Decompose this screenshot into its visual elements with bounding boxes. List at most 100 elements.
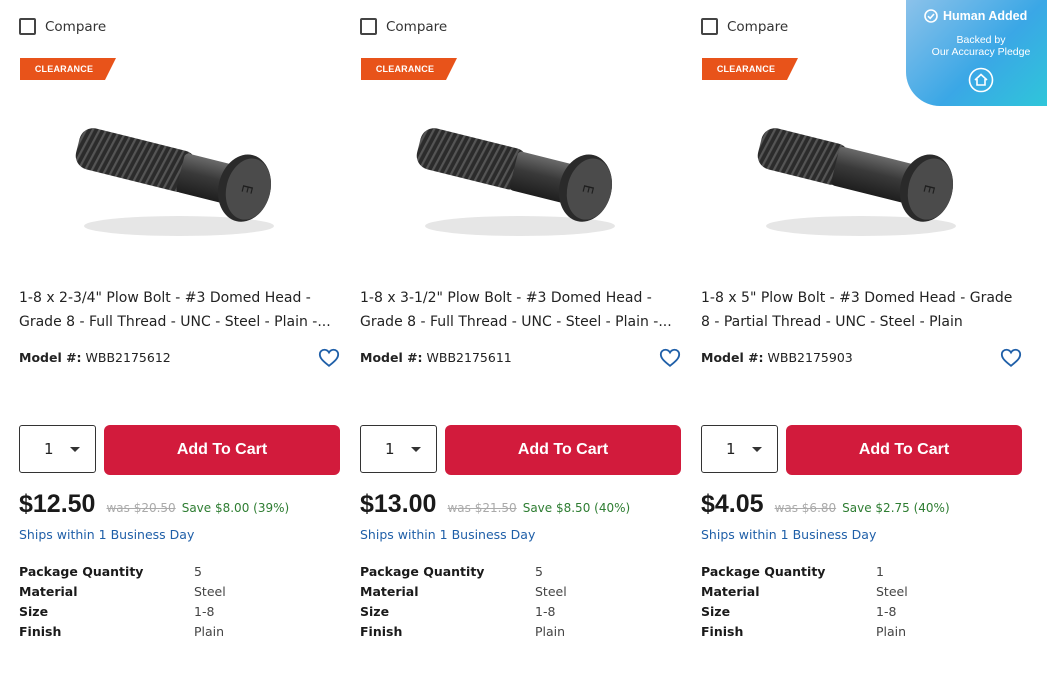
compare-checkbox[interactable]: Compare bbox=[19, 18, 106, 35]
quantity-select[interactable]: 1 bbox=[360, 425, 437, 473]
shipping-info-link[interactable]: Ships within 1 Business Day bbox=[360, 527, 535, 542]
spec-key: Package Quantity bbox=[701, 564, 826, 579]
price-line: $12.50 was $20.50 Save $8.00 (39%) bbox=[19, 490, 289, 519]
model-number: Model #: WBB2175611 bbox=[360, 350, 512, 365]
model-value: WBB2175903 bbox=[767, 350, 853, 365]
spec-row: Package Quantity 1 bbox=[701, 562, 1023, 582]
spec-value: 5 bbox=[194, 564, 202, 579]
spec-row: Size 1-8 bbox=[19, 602, 341, 622]
spec-row: Size 1-8 bbox=[360, 602, 682, 622]
price: $12.50 bbox=[19, 490, 96, 518]
checkbox-box[interactable] bbox=[360, 18, 377, 35]
spec-row: Finish Plain bbox=[360, 622, 682, 642]
was-price: was $21.50 bbox=[447, 501, 517, 515]
product-image[interactable]: E bbox=[741, 98, 981, 258]
product-grid: Compare CLEARANCE E 1-8 x 2-3/4" Plow Bo… bbox=[0, 0, 1047, 680]
product-image[interactable]: E bbox=[400, 98, 640, 258]
checkbox-box[interactable] bbox=[19, 18, 36, 35]
shipping-info-link[interactable]: Ships within 1 Business Day bbox=[19, 527, 194, 542]
spec-list: Package Quantity 5 Material Steel Size 1-8 … bbox=[360, 562, 682, 642]
spec-value: 5 bbox=[535, 564, 543, 579]
plow-bolt-image: E bbox=[416, 128, 615, 236]
add-to-cart-button[interactable]: Add To Cart bbox=[104, 425, 340, 475]
pledge-line-2: Our Accuracy Pledge bbox=[931, 46, 1031, 58]
heart-icon[interactable] bbox=[318, 347, 340, 369]
spec-key: Size bbox=[19, 604, 49, 619]
spec-key: Package Quantity bbox=[360, 564, 485, 579]
spec-key: Size bbox=[701, 604, 731, 619]
spec-value: Steel bbox=[194, 584, 226, 599]
quantity-value: 1 bbox=[44, 440, 54, 458]
model-label: Model #: bbox=[19, 350, 82, 365]
price-line: $13.00 was $21.50 Save $8.50 (40%) bbox=[360, 490, 630, 519]
spec-value: 1-8 bbox=[876, 604, 897, 619]
clearance-badge: CLEARANCE bbox=[20, 58, 116, 80]
spec-value: Steel bbox=[876, 584, 908, 599]
heart-icon[interactable] bbox=[659, 347, 681, 369]
price-line: $4.05 was $6.80 Save $2.75 (40%) bbox=[701, 490, 950, 519]
spec-key: Finish bbox=[360, 624, 403, 639]
price: $13.00 bbox=[360, 490, 437, 518]
spec-key: Finish bbox=[701, 624, 744, 639]
spec-key: Finish bbox=[19, 624, 62, 639]
check-circle-icon bbox=[924, 9, 938, 23]
pledge-line-1: Backed by bbox=[956, 34, 1006, 46]
product-image[interactable]: E bbox=[59, 98, 299, 258]
model-value: WBB2175611 bbox=[426, 350, 512, 365]
badge-label: CLEARANCE bbox=[34, 64, 94, 74]
compare-checkbox[interactable]: Compare bbox=[360, 18, 447, 35]
spec-value: 1-8 bbox=[194, 604, 215, 619]
spec-row: Size 1-8 bbox=[701, 602, 1023, 622]
quantity-select[interactable]: 1 bbox=[19, 425, 96, 473]
product-title-link[interactable]: 1-8 x 5" Plow Bolt - #3 Domed Head - Gra… bbox=[701, 286, 1023, 334]
spec-key: Package Quantity bbox=[19, 564, 144, 579]
spec-row: Finish Plain bbox=[19, 622, 341, 642]
spec-row: Material Steel bbox=[19, 582, 341, 602]
add-to-cart-button[interactable]: Add To Cart bbox=[445, 425, 681, 475]
chevron-down-icon bbox=[70, 447, 80, 452]
savings: Save $2.75 (40%) bbox=[842, 501, 950, 515]
plow-bolt-image: E bbox=[757, 128, 956, 236]
model-label: Model #: bbox=[360, 350, 423, 365]
pledge-header: Human Added bbox=[924, 9, 1027, 23]
quantity-value: 1 bbox=[385, 440, 395, 458]
product-card: Compare CLEARANCE bbox=[360, 0, 682, 680]
spec-row: Package Quantity 5 bbox=[360, 562, 682, 582]
compare-label: Compare bbox=[727, 18, 789, 35]
quantity-value: 1 bbox=[726, 440, 736, 458]
savings: Save $8.00 (39%) bbox=[181, 501, 290, 515]
compare-checkbox[interactable]: Compare bbox=[701, 18, 788, 35]
was-price: was $6.80 bbox=[774, 501, 837, 515]
product-title-link[interactable]: 1-8 x 3-1/2" Plow Bolt - #3 Domed Head -… bbox=[360, 286, 682, 334]
spec-key: Material bbox=[19, 584, 78, 599]
quantity-select[interactable]: 1 bbox=[701, 425, 778, 473]
model-value: WBB2175612 bbox=[85, 350, 171, 365]
checkbox-box[interactable] bbox=[701, 18, 718, 35]
compare-label: Compare bbox=[45, 18, 107, 35]
house-seal-icon bbox=[968, 67, 994, 93]
model-number: Model #: WBB2175903 bbox=[701, 350, 853, 365]
product-card: Compare CLEARANCE bbox=[19, 0, 341, 680]
spec-key: Material bbox=[701, 584, 760, 599]
accuracy-pledge-badge[interactable]: Human Added Backed by Our Accuracy Pledg… bbox=[906, 0, 1047, 106]
badge-label: CLEARANCE bbox=[375, 64, 435, 74]
model-label: Model #: bbox=[701, 350, 764, 365]
add-to-cart-button[interactable]: Add To Cart bbox=[786, 425, 1022, 475]
spec-value: 1 bbox=[876, 564, 884, 579]
heart-icon[interactable] bbox=[1000, 347, 1022, 369]
was-price: was $20.50 bbox=[106, 501, 176, 515]
chevron-down-icon bbox=[411, 447, 421, 452]
spec-key: Size bbox=[360, 604, 390, 619]
spec-value: Plain bbox=[194, 624, 225, 639]
model-number: Model #: WBB2175612 bbox=[19, 350, 171, 365]
chevron-down-icon bbox=[752, 447, 762, 452]
plow-bolt-image: E bbox=[75, 128, 274, 236]
product-title-link[interactable]: 1-8 x 2-3/4" Plow Bolt - #3 Domed Head -… bbox=[19, 286, 341, 334]
spec-key: Material bbox=[360, 584, 419, 599]
shipping-info-link[interactable]: Ships within 1 Business Day bbox=[701, 527, 876, 542]
clearance-badge: CLEARANCE bbox=[702, 58, 798, 80]
spec-value: Steel bbox=[535, 584, 567, 599]
spec-value: Plain bbox=[535, 624, 566, 639]
spec-row: Material Steel bbox=[701, 582, 1023, 602]
savings: Save $8.50 (40%) bbox=[522, 501, 631, 515]
